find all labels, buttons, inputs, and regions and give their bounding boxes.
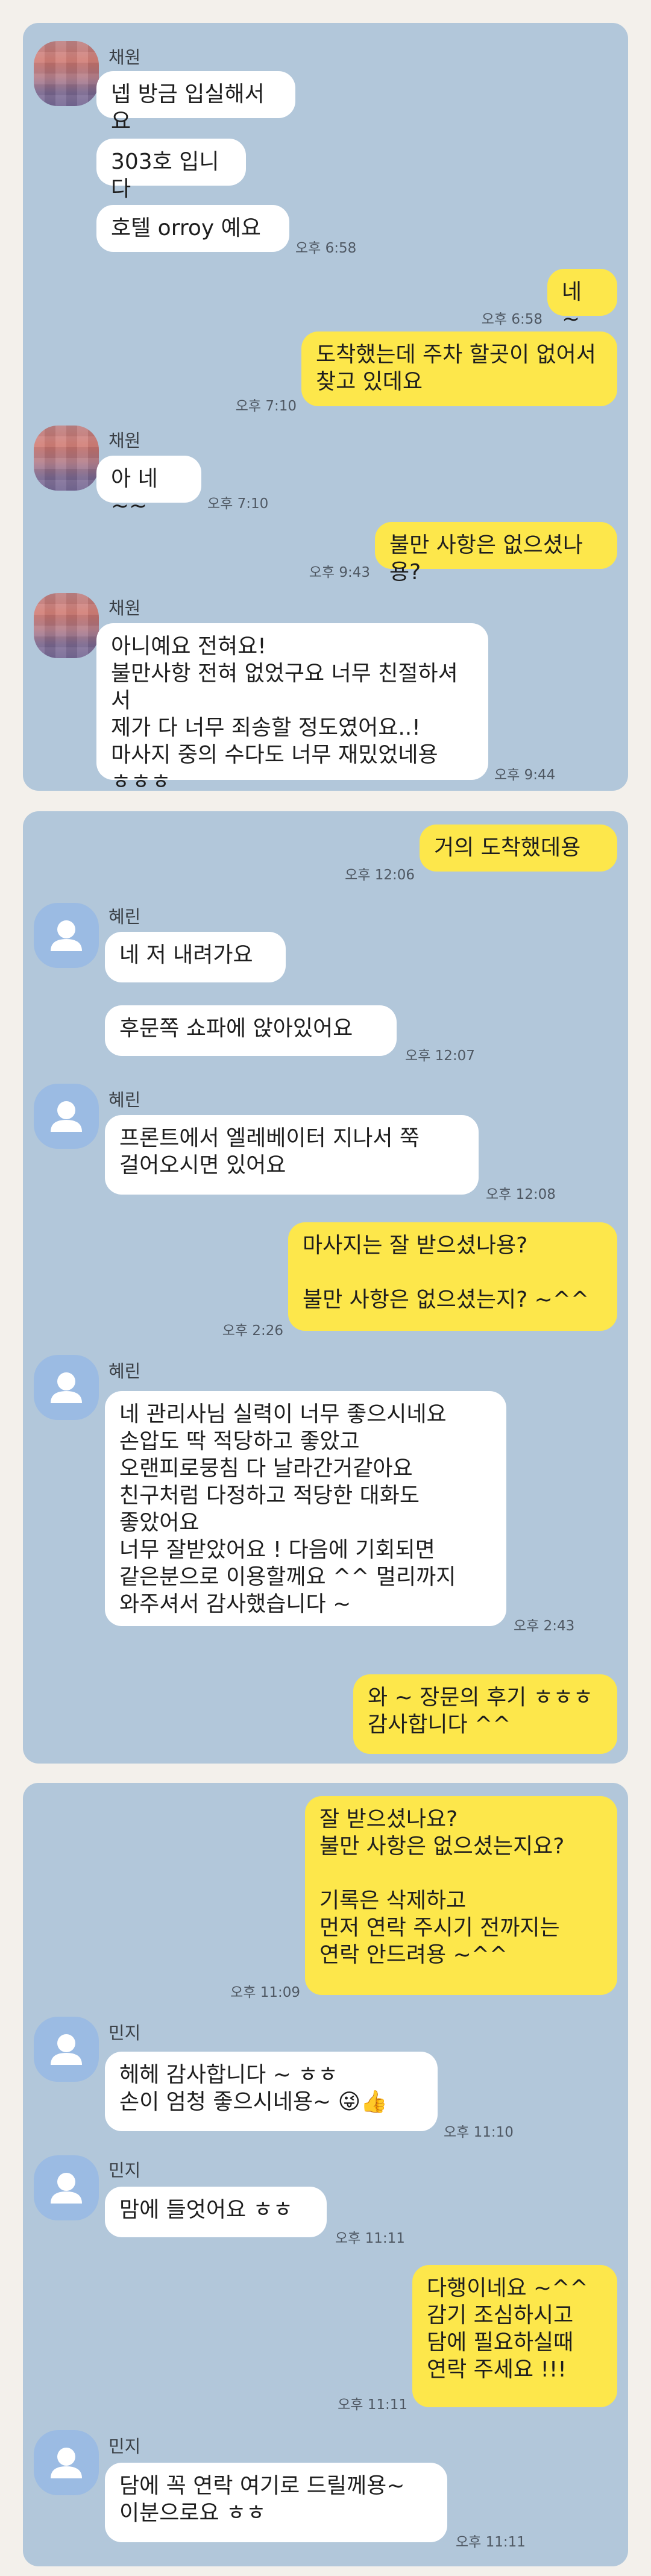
message-bubble[interactable]: 네 관리사님 실력이 너무 좋으시네요 손압도 딱 적당하고 좋았고 오랜피로뭉… — [105, 1391, 506, 1626]
chat-panel-1: 채원 넵 방금 입실해서요 303호 입니다 호텔 orroy 예요 오후 6:… — [23, 23, 628, 794]
message-bubble[interactable]: 헤헤 감사합니다 ~ ㅎㅎ 손이 엄청 좋으시네용~ 😜👍 — [105, 2052, 438, 2131]
message-bubble[interactable]: 호텔 orroy 예요 — [96, 205, 289, 252]
my-message-bubble[interactable]: 도착했는데 주차 할곳이 없어서 찾고 있데요 — [301, 331, 617, 406]
message-time: 오후 11:11 — [456, 2534, 526, 2550]
message-bubble[interactable]: 303호 입니다 — [96, 139, 246, 201]
message-time: 오후 7:10 — [207, 496, 269, 512]
message-time: 오후 9:43 — [309, 565, 370, 580]
sender-name: 민지 — [108, 2023, 141, 2043]
my-message-bubble[interactable]: 거의 도착했데용 — [420, 825, 617, 872]
message-time: 오후 12:07 — [405, 1048, 475, 1064]
message-time: 오후 11:10 — [444, 2125, 514, 2140]
chat-panel-2: 거의 도착했데용 오후 12:06 혜린 네 저 내려가요 후문쪽 쇼파에 앉아… — [23, 811, 628, 1764]
message-time: 오후 2:43 — [514, 1618, 575, 1634]
avatar[interactable] — [34, 903, 99, 968]
sender-name: 민지 — [108, 2160, 141, 2181]
avatar[interactable] — [34, 41, 99, 106]
avatar[interactable] — [34, 593, 99, 658]
sender-name: 혜린 — [108, 1361, 141, 1381]
chat-panel-3: 잘 받으셨나요? 불만 사항은 없으셨는지요? 기록은 삭제하고 먼저 연락 주… — [23, 1783, 628, 2566]
message-bubble[interactable]: 담에 꼭 연락 여기로 드릴께용~ 이분으로요 ㅎㅎ — [105, 2463, 447, 2542]
message-time: 오후 11:11 — [335, 2231, 405, 2246]
my-message-bubble[interactable]: 다행이네요 ~^^ 감기 조심하시고 담에 필요하실때 연락 주세요 !!! — [412, 2265, 617, 2407]
user-icon — [51, 1101, 82, 1132]
user-icon — [51, 1372, 82, 1403]
message-time: 오후 2:26 — [222, 1323, 283, 1339]
avatar[interactable] — [34, 1355, 99, 1420]
message-time: 오후 11:09 — [230, 1985, 300, 2000]
message-time: 오후 11:11 — [338, 2397, 407, 2413]
message-bubble[interactable]: 프론트에서 엘레베이터 지나서 쭉 걸어오시면 있어요 — [105, 1115, 479, 1195]
message-bubble[interactable]: 맘에 들엇어요 ㅎㅎ — [105, 2187, 327, 2237]
sender-name: 채원 — [108, 598, 141, 618]
user-icon — [51, 2448, 82, 2478]
user-icon — [51, 2173, 82, 2204]
avatar[interactable] — [34, 426, 99, 491]
sender-name: 민지 — [108, 2436, 141, 2457]
my-message-bubble[interactable]: 불만 사항은 없으셨나용? — [375, 522, 617, 585]
sender-name: 혜린 — [108, 906, 141, 927]
user-icon — [51, 920, 82, 951]
my-message-bubble[interactable]: 잘 받으셨나요? 불만 사항은 없으셨는지요? 기록은 삭제하고 먼저 연락 주… — [305, 1796, 617, 1995]
message-bubble[interactable]: 아니예요 전혀요! 불만사항 전혀 없었구요 너무 친절하셔서 제가 다 너무 … — [96, 623, 488, 794]
user-icon — [51, 2034, 82, 2065]
avatar[interactable] — [34, 1084, 99, 1149]
my-message-bubble[interactable]: 와 ~ 장문의 후기 ㅎㅎㅎ 감사합니다 ^^ — [353, 1674, 617, 1754]
sender-name: 채원 — [108, 430, 141, 451]
avatar[interactable] — [34, 2430, 99, 2495]
avatar[interactable] — [34, 2155, 99, 2220]
message-bubble[interactable]: 후문쪽 쇼파에 앉아있어요 — [105, 1005, 397, 1056]
sender-name: 혜린 — [108, 1090, 141, 1110]
message-bubble[interactable]: 아 네~~ — [96, 456, 201, 518]
message-bubble[interactable]: 네 저 내려가요 — [105, 932, 286, 982]
message-time: 오후 7:10 — [235, 398, 297, 414]
message-time: 오후 6:58 — [481, 312, 542, 327]
my-message-bubble[interactable]: 마사지는 잘 받으셨나용? 불만 사항은 없으셨는지? ~^^ — [288, 1222, 617, 1331]
avatar[interactable] — [34, 2017, 99, 2082]
message-time: 오후 12:08 — [486, 1187, 556, 1202]
message-bubble[interactable]: 넵 방금 입실해서요 — [96, 71, 295, 134]
my-message-bubble[interactable]: 네 ~ — [547, 269, 617, 331]
message-time: 오후 12:06 — [345, 867, 415, 883]
message-time: 오후 6:58 — [295, 240, 357, 256]
message-time: 오후 9:44 — [494, 767, 556, 783]
sender-name: 채원 — [108, 47, 141, 68]
